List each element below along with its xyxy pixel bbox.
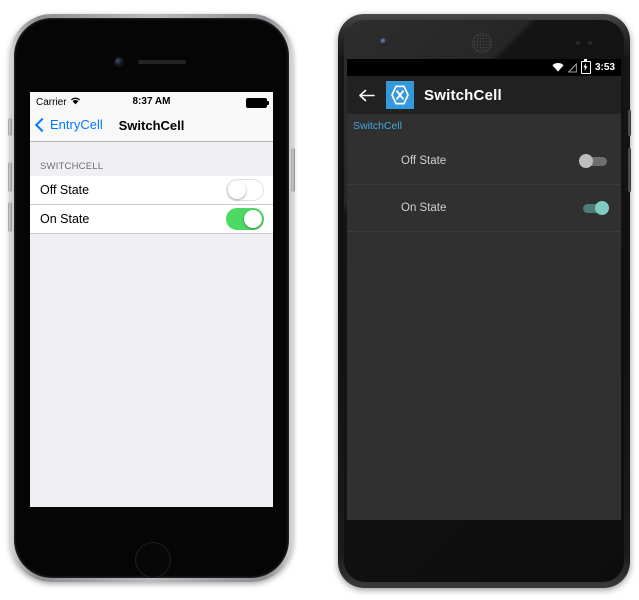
volume-up-button[interactable] <box>8 162 12 192</box>
android-status-bar: 3:53 <box>347 59 621 76</box>
earpiece-speaker <box>138 60 186 64</box>
ios-cell-label: Off State <box>40 183 90 197</box>
ios-section-header: SWITCHCELL <box>40 161 104 172</box>
ios-clock: 8:37 AM <box>132 96 171 107</box>
front-camera-icon <box>115 58 123 66</box>
xamarin-logo-icon <box>386 81 414 109</box>
battery-icon <box>246 98 269 108</box>
switch-on-state[interactable] <box>579 201 609 215</box>
switch-knob <box>595 201 609 215</box>
ios-table-view: SWITCHCELL Off State On State <box>30 142 273 507</box>
ios-navigation-bar: EntryCell SwitchCell <box>30 111 273 142</box>
table-row[interactable]: On State <box>30 205 273 234</box>
table-row[interactable]: On State <box>347 185 621 232</box>
arrow-left-icon[interactable] <box>357 86 376 105</box>
no-signal-icon <box>567 62 577 73</box>
switch-off-state[interactable] <box>579 154 609 168</box>
table-row[interactable]: Off State <box>30 176 273 205</box>
android-app-bar: SwitchCell <box>347 76 621 114</box>
switch-knob <box>228 181 246 199</box>
volume-down-button[interactable] <box>8 202 12 232</box>
android-device: 3:53 SwitchCell SwitchCell Off State On … <box>338 14 631 588</box>
android-cell-label: Off State <box>401 155 447 167</box>
page-title: SwitchCell <box>424 86 502 104</box>
iphone-screen: Carrier 8:37 AM EntryCell SwitchCell SWI… <box>30 92 273 507</box>
volume-button[interactable] <box>628 148 631 192</box>
dual-device-screenshot: Carrier 8:37 AM EntryCell SwitchCell SWI… <box>0 0 639 600</box>
switch-on-state[interactable] <box>226 208 264 230</box>
switch-knob <box>244 210 262 228</box>
home-button[interactable] <box>135 542 171 578</box>
proximity-sensor <box>576 41 580 45</box>
earpiece-speaker <box>472 33 492 53</box>
ios-status-bar: Carrier 8:37 AM <box>30 92 273 111</box>
wifi-icon <box>552 63 564 72</box>
ios-cell-label: On State <box>40 212 90 226</box>
power-button[interactable] <box>628 110 631 136</box>
page-title: SwitchCell <box>118 118 185 133</box>
light-sensor <box>588 41 592 45</box>
switch-off-state[interactable] <box>226 179 264 201</box>
android-section-header: SwitchCell <box>353 120 403 132</box>
android-clock: 3:53 <box>594 62 615 73</box>
silent-switch-button[interactable] <box>8 118 12 136</box>
front-camera-icon <box>380 38 387 45</box>
iphone-device: Carrier 8:37 AM EntryCell SwitchCell SWI… <box>8 14 295 582</box>
power-button[interactable] <box>291 148 295 192</box>
android-list-view: SwitchCell Off State On State <box>347 114 621 520</box>
android-cell-label: On State <box>401 202 447 214</box>
table-row[interactable]: Off State <box>347 138 621 185</box>
battery-charging-icon <box>580 59 591 74</box>
android-screen: 3:53 SwitchCell SwitchCell Off State On … <box>347 59 621 520</box>
switch-knob <box>579 154 593 168</box>
